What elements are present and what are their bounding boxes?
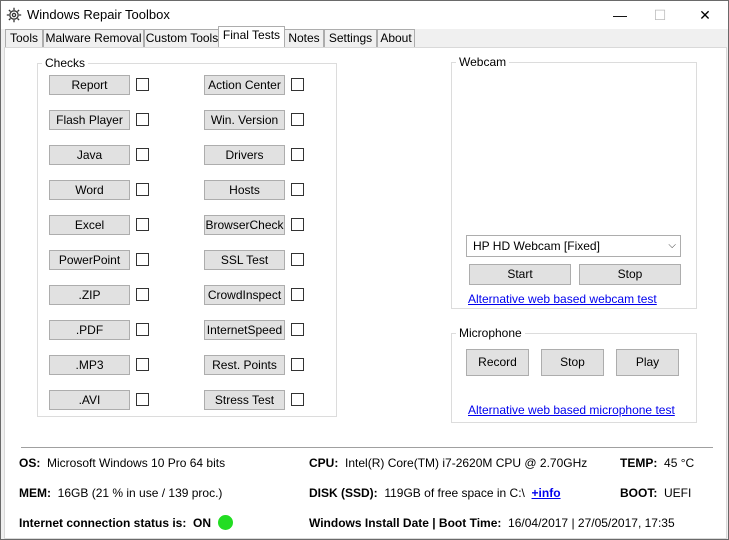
webcam-device-select[interactable]: HP HD Webcam [Fixed] ⌵ [466,235,681,257]
tab-malware-removal[interactable]: Malware Removal [43,29,144,47]
mem-label: MEM: [19,486,51,500]
excel-checkbox[interactable] [136,218,149,231]
hosts-checkbox[interactable] [291,183,304,196]
browsercheck-button[interactable]: BrowserCheck [204,215,285,235]
title-bar: Windows Repair Toolbox — ☐ ✕ [1,1,728,29]
win-version-button[interactable]: Win. Version [204,110,285,130]
mic-stop-button[interactable]: Stop [541,349,604,376]
webcam-alt-link[interactable]: Alternative web based webcam test [468,292,657,306]
flash-player-button[interactable]: Flash Player [49,110,130,130]
powerpoint-button[interactable]: PowerPoint [49,250,130,270]
checks-legend: Checks [45,56,86,70]
word-checkbox[interactable] [136,183,149,196]
app-window: Windows Repair Toolbox — ☐ ✕ Tools Malwa… [0,0,729,540]
java-checkbox[interactable] [136,148,149,161]
temp-value: 45 °C [664,456,695,470]
boot-label: BOOT: [620,486,658,500]
status-indicator-dot [218,515,233,530]
separator [21,447,713,449]
win-version-checkbox[interactable] [291,113,304,126]
drivers-button[interactable]: Drivers [204,145,285,165]
powerpoint-checkbox[interactable] [136,253,149,266]
net-value: ON [193,516,212,530]
cpu-info: CPU: Intel(R) Core(TM) i7-2620M CPU @ 2.… [309,456,587,470]
rest-points-button[interactable]: Rest. Points [204,355,285,375]
os-label: OS: [19,456,41,470]
window-title: Windows Repair Toolbox [27,7,170,22]
zip-checkbox[interactable] [136,288,149,301]
disk-info: DISK (SSD): 119GB of free space in C:\ +… [309,486,561,500]
action-center-checkbox[interactable] [291,78,304,91]
stress-test-button[interactable]: Stress Test [204,390,285,410]
pdf-checkbox[interactable] [136,323,149,336]
tab-about[interactable]: About [377,29,415,47]
boot-value: UEFI [664,486,692,500]
os-info: OS: Microsoft Windows 10 Pro 64 bits [19,456,225,470]
final-tests-panel: Checks Report Flash Player Java Word Exc… [4,47,727,539]
chevron-down-icon: ⌵ [668,240,676,251]
close-button[interactable]: ✕ [682,1,728,29]
net-label: Internet connection status is: [19,516,187,530]
microphone-legend: Microphone [459,326,522,340]
cpu-label: CPU: [309,456,339,470]
pdf-button[interactable]: .PDF [49,320,130,340]
crowdinspect-checkbox[interactable] [291,288,304,301]
tab-custom-tools[interactable]: Custom Tools [144,29,220,47]
internetspeed-button[interactable]: InternetSpeed [204,320,285,340]
mp3-button[interactable]: .MP3 [49,355,130,375]
microphone-alt-link[interactable]: Alternative web based microphone test [468,403,675,417]
temp-label: TEMP: [620,456,658,470]
install-label: Windows Install Date | Boot Time: [309,516,502,530]
action-center-button[interactable]: Action Center [204,75,285,95]
install-info: Windows Install Date | Boot Time: 16/04/… [309,516,675,530]
disk-label: DISK (SSD): [309,486,378,500]
avi-checkbox[interactable] [136,393,149,406]
drivers-checkbox[interactable] [291,148,304,161]
internet-status: Internet connection status is: ON [19,516,211,530]
webcam-stop-button[interactable]: Stop [579,264,681,285]
report-checkbox[interactable] [136,78,149,91]
flash-player-checkbox[interactable] [136,113,149,126]
mem-value: 16GB (21 % in use / 139 proc.) [57,486,223,500]
tab-final-tests[interactable]: Final Tests [218,26,285,47]
java-button[interactable]: Java [49,145,130,165]
webcam-device-value: HP HD Webcam [Fixed] [473,239,600,253]
word-button[interactable]: Word [49,180,130,200]
report-button[interactable]: Report [49,75,130,95]
install-value: 16/04/2017 | 27/05/2017, 17:35 [508,516,675,530]
webcam-start-button[interactable]: Start [469,264,571,285]
tab-notes[interactable]: Notes [284,29,324,47]
avi-button[interactable]: .AVI [49,390,130,410]
crowdinspect-button[interactable]: CrowdInspect [204,285,285,305]
mp3-checkbox[interactable] [136,358,149,371]
webcam-legend: Webcam [459,55,507,69]
tab-settings[interactable]: Settings [324,29,377,47]
ssl-test-checkbox[interactable] [291,253,304,266]
maximize-button[interactable]: ☐ [637,1,683,29]
boot-info: BOOT: UEFI [620,486,691,500]
mem-info: MEM: 16GB (21 % in use / 139 proc.) [19,486,222,500]
gear-icon [6,7,22,23]
hosts-button[interactable]: Hosts [204,180,285,200]
stress-test-checkbox[interactable] [291,393,304,406]
play-button[interactable]: Play [616,349,679,376]
ssl-test-button[interactable]: SSL Test [204,250,285,270]
internetspeed-checkbox[interactable] [291,323,304,336]
browsercheck-checkbox[interactable] [291,218,304,231]
zip-button[interactable]: .ZIP [49,285,130,305]
disk-value: 119GB of free space in C:\ [384,486,525,500]
rest-points-checkbox[interactable] [291,358,304,371]
record-button[interactable]: Record [466,349,529,376]
temp-info: TEMP: 45 °C [620,456,694,470]
disk-info-link[interactable]: +info [532,486,561,500]
excel-button[interactable]: Excel [49,215,130,235]
os-value: Microsoft Windows 10 Pro 64 bits [47,456,226,470]
tab-tools[interactable]: Tools [5,29,43,47]
cpu-value: Intel(R) Core(TM) i7-2620M CPU @ 2.70GHz [345,456,588,470]
